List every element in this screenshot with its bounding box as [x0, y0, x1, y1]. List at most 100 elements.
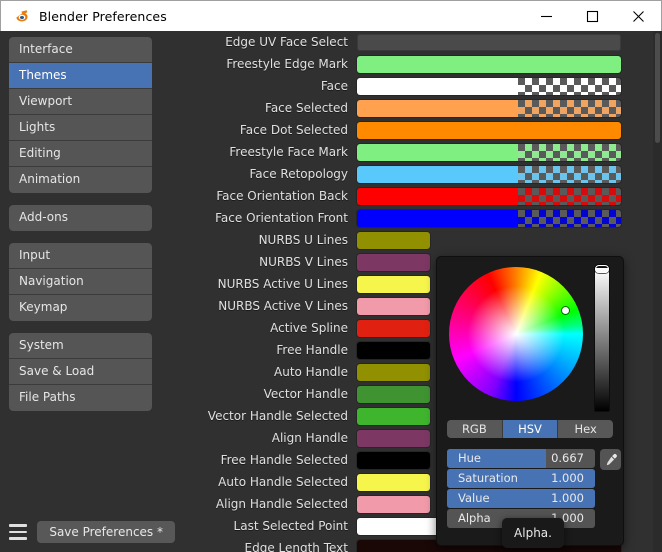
color-mode-tabs: RGB HSV Hex	[447, 420, 613, 438]
color-sliders: Hue 0.667 Saturation 1.000 Value 1.000 Alpha 1.…	[447, 449, 595, 529]
swatch-solid	[357, 231, 430, 249]
color-wheel-gradient[interactable]	[449, 267, 583, 401]
theme-row-label: Face Orientation Back	[216, 189, 348, 203]
color-mode-tab-rgb[interactable]: RGB	[447, 420, 503, 438]
color-swatch[interactable]	[357, 253, 430, 271]
color-swatch[interactable]	[357, 385, 430, 403]
slider-value[interactable]: Value 1.000	[447, 489, 595, 508]
close-button[interactable]	[615, 1, 661, 31]
color-wheel[interactable]	[449, 267, 583, 401]
theme-row-label: NURBS U Lines	[258, 233, 348, 247]
color-swatch[interactable]	[357, 341, 430, 359]
swatch-alpha-checker	[518, 209, 621, 227]
color-swatch[interactable]	[357, 363, 430, 381]
value-slider-cursor[interactable]	[595, 265, 609, 273]
color-swatch[interactable]	[357, 187, 621, 205]
slider-label: Alpha	[458, 511, 491, 525]
color-swatch[interactable]	[357, 495, 430, 513]
window-titlebar: Blender Preferences	[0, 0, 662, 31]
color-swatch[interactable]	[357, 231, 430, 249]
sidebar-group-2: Input Navigation Keymap	[9, 243, 152, 321]
theme-row-label: Edge Length Text	[244, 541, 349, 552]
color-swatch[interactable]	[357, 99, 621, 117]
sidebar-item-save-load[interactable]: Save & Load	[9, 359, 152, 385]
theme-row-label: NURBS Active V Lines	[218, 299, 348, 313]
sidebar-item-keymap[interactable]: Keymap	[9, 295, 152, 321]
swatch-solid	[357, 275, 430, 293]
color-swatch[interactable]	[357, 165, 621, 183]
slider-value: 1.000	[551, 491, 584, 505]
color-swatch[interactable]	[357, 297, 430, 315]
sidebar-item-add-ons[interactable]: Add-ons	[9, 205, 152, 231]
theme-row-label: NURBS Active U Lines	[217, 277, 348, 291]
theme-row-label: Align Handle Selected	[215, 497, 348, 511]
blender-logo-icon	[12, 7, 30, 25]
minimize-button[interactable]	[523, 1, 569, 31]
color-swatch[interactable]	[357, 407, 430, 425]
theme-row: Freestyle Edge Mark	[168, 53, 662, 75]
sidebar-item-animation[interactable]: Animation	[9, 167, 152, 193]
sidebar-item-interface[interactable]: Interface	[9, 37, 152, 63]
sidebar-item-file-paths[interactable]: File Paths	[9, 385, 152, 411]
theme-row: Edge UV Face Select	[168, 31, 662, 53]
color-swatch[interactable]	[357, 473, 430, 491]
color-swatch[interactable]	[357, 209, 621, 227]
sidebar-item-navigation[interactable]: Navigation	[9, 269, 152, 295]
eyedropper-icon	[606, 453, 617, 465]
vertical-scrollbar[interactable]	[653, 31, 662, 552]
color-swatch[interactable]	[357, 143, 621, 161]
slider-label: Saturation	[458, 471, 518, 485]
color-swatch[interactable]	[357, 429, 430, 447]
maximize-button[interactable]	[569, 1, 615, 31]
sidebar-group-3: System Save & Load File Paths	[9, 333, 152, 411]
swatch-solid	[357, 143, 519, 161]
sidebar-group-1: Add-ons	[9, 205, 152, 231]
color-picker-popup[interactable]: RGB HSV Hex Hue 0.667 Saturation 1.000 Value 1.…	[436, 256, 624, 546]
swatch-solid	[357, 209, 519, 227]
sidebar-item-lights[interactable]: Lights	[9, 115, 152, 141]
color-swatch[interactable]	[357, 451, 430, 469]
color-swatch[interactable]	[357, 121, 621, 139]
theme-row-label: Free Handle	[276, 343, 348, 357]
color-swatch[interactable]	[357, 55, 621, 73]
swatch-solid	[357, 253, 430, 271]
swatch-solid	[357, 473, 430, 491]
color-swatch[interactable]	[357, 33, 621, 51]
hamburger-menu-icon[interactable]	[9, 522, 28, 542]
theme-row-label: Vector Handle Selected	[207, 409, 348, 423]
color-mode-tab-hsv[interactable]: HSV	[502, 420, 559, 438]
theme-row-label: Vector Handle	[263, 387, 348, 401]
swatch-solid	[357, 297, 430, 315]
save-preferences-button[interactable]: Save Preferences *	[37, 521, 175, 543]
swatch-alpha-checker	[518, 99, 621, 117]
theme-row-label: NURBS V Lines	[259, 255, 348, 269]
slider-hue[interactable]: Hue 0.667	[447, 449, 595, 468]
sidebar-item-viewport[interactable]: Viewport	[9, 89, 152, 115]
sidebar-item-editing[interactable]: Editing	[9, 141, 152, 167]
sidebar-item-themes[interactable]: Themes	[9, 63, 152, 89]
color-wheel-cursor[interactable]	[562, 307, 569, 314]
color-swatch[interactable]	[357, 319, 430, 337]
scrollbar-thumb[interactable]	[655, 33, 660, 143]
theme-row-label: Freestyle Face Mark	[229, 145, 348, 159]
theme-row: Face Orientation Front	[168, 207, 662, 229]
slider-saturation[interactable]: Saturation 1.000	[447, 469, 595, 488]
value-slider[interactable]	[594, 267, 610, 412]
theme-row-label: Active Spline	[270, 321, 348, 335]
color-swatch[interactable]	[357, 77, 621, 95]
sidebar-item-input[interactable]: Input	[9, 243, 152, 269]
swatch-solid	[357, 385, 430, 403]
alpha-tooltip: Alpha.	[502, 518, 564, 548]
color-swatch[interactable]	[357, 275, 430, 293]
window-title: Blender Preferences	[39, 8, 167, 24]
eyedropper-button[interactable]	[600, 449, 621, 470]
swatch-solid	[357, 319, 430, 337]
slider-value: 0.667	[551, 451, 584, 465]
swatch-solid	[357, 495, 430, 513]
sidebar-item-system[interactable]: System	[9, 333, 152, 359]
theme-row-label: Free Handle Selected	[220, 453, 348, 467]
theme-row: Face Orientation Back	[168, 185, 662, 207]
theme-row-label: Face Selected	[265, 101, 348, 115]
swatch-solid	[357, 429, 430, 447]
color-mode-tab-hex[interactable]: Hex	[558, 420, 613, 438]
